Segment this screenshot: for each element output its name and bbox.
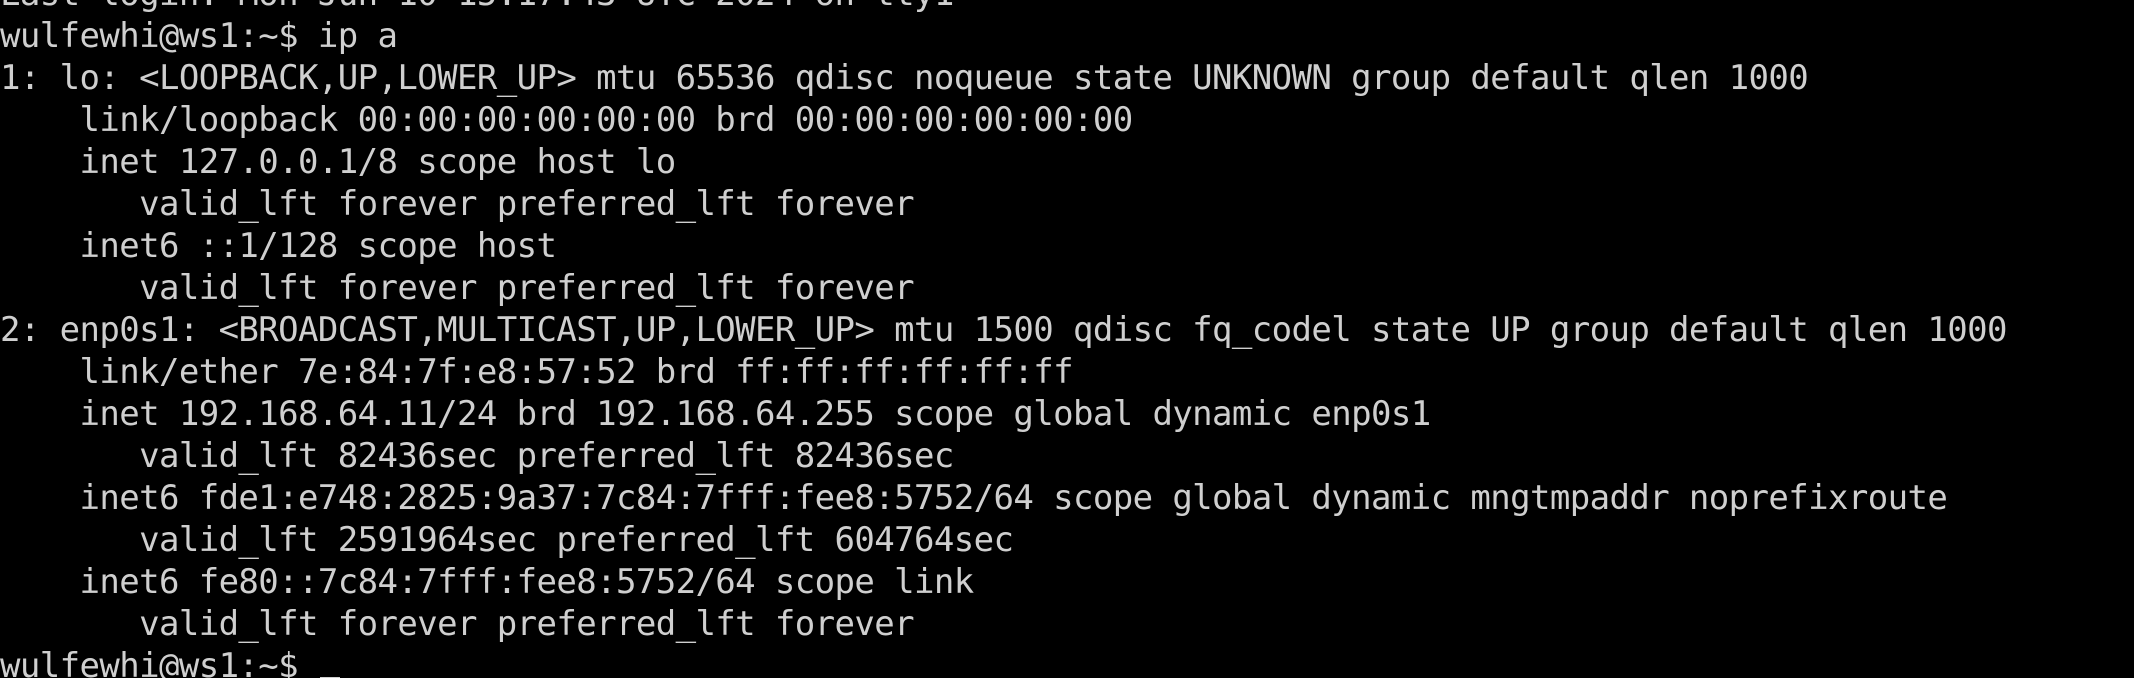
terminal-line: wulfewhi@ws1:~$ ip a bbox=[0, 16, 398, 56]
terminal-line: link/loopback 00:00:00:00:00:00 brd 00:0… bbox=[0, 100, 1133, 140]
terminal-line: valid_lft forever preferred_lft forever bbox=[0, 268, 915, 308]
terminal-line: valid_lft 82436sec preferred_lft 82436se… bbox=[0, 436, 954, 476]
prompt-line[interactable]: wulfewhi@ws1:~$ bbox=[0, 645, 2007, 678]
terminal-line: link/ether 7e:84:7f:e8:57:52 brd ff:ff:f… bbox=[0, 352, 1073, 392]
terminal-window[interactable]: Last login: Mon Jun 10 15:17:43 UTC 2024… bbox=[0, 0, 2134, 678]
terminal-line: 1: lo: <LOOPBACK,UP,LOWER_UP> mtu 65536 … bbox=[0, 58, 1809, 98]
terminal-line: valid_lft 2591964sec preferred_lft 60476… bbox=[0, 520, 1014, 560]
shell-prompt: wulfewhi@ws1:~$ bbox=[0, 646, 318, 678]
terminal-line: valid_lft forever preferred_lft forever bbox=[0, 184, 915, 224]
terminal-line: inet 127.0.0.1/8 scope host lo bbox=[0, 142, 676, 182]
terminal-line: 2: enp0s1: <BROADCAST,MULTICAST,UP,LOWER… bbox=[0, 310, 2007, 350]
terminal-line: valid_lft forever preferred_lft forever bbox=[0, 604, 915, 644]
terminal-line: inet6 ::1/128 scope host bbox=[0, 226, 557, 266]
terminal-line: Last login: Mon Jun 10 15:17:43 UTC 2024… bbox=[0, 0, 2007, 15]
terminal-line: inet6 fde1:e748:2825:9a37:7c84:7fff:fee8… bbox=[0, 478, 1948, 518]
terminal-line: inet 192.168.64.11/24 brd 192.168.64.255… bbox=[0, 394, 1431, 434]
terminal-line: inet6 fe80::7c84:7fff:fee8:5752/64 scope… bbox=[0, 562, 974, 602]
terminal-output: Last login: Mon Jun 10 15:17:43 UTC 2024… bbox=[0, 0, 2007, 678]
